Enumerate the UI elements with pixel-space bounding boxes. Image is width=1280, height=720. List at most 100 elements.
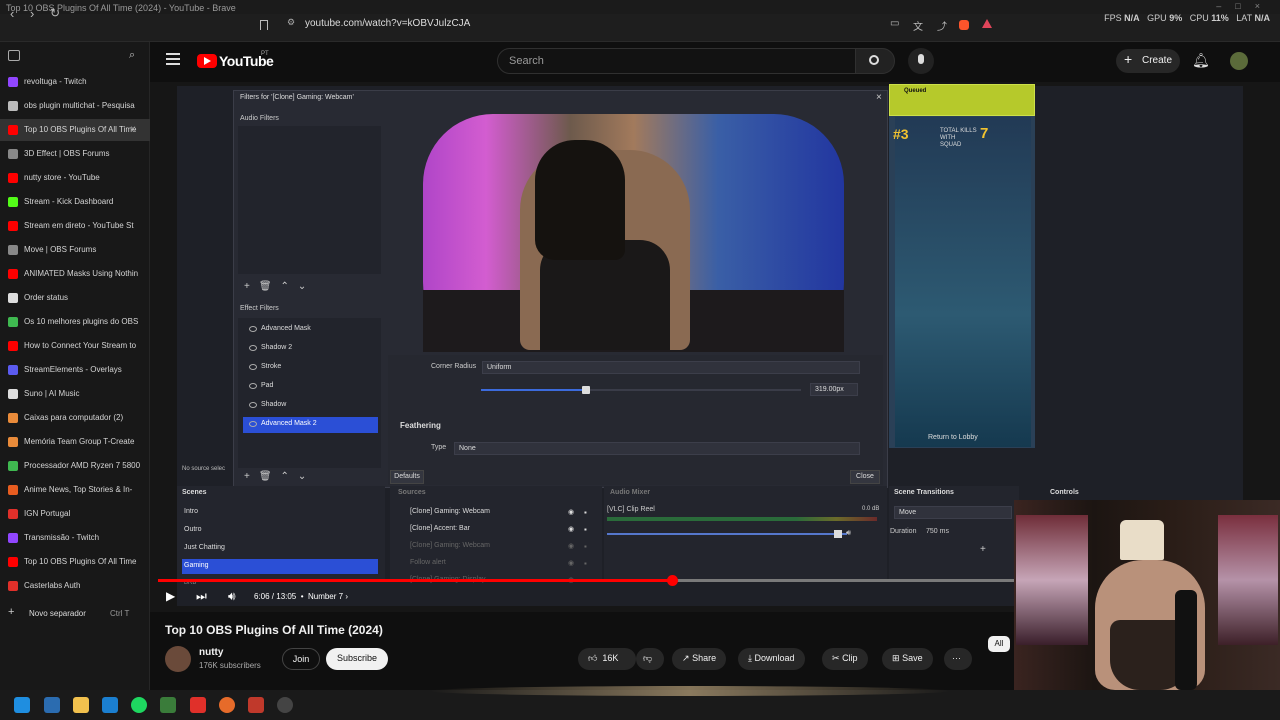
back-icon[interactable]: ‹ — [10, 6, 14, 21]
obs-icon[interactable] — [277, 697, 293, 713]
channel-avatar[interactable] — [165, 646, 191, 672]
menu-icon[interactable] — [166, 53, 180, 65]
new-tab-icon[interactable]: + — [8, 606, 14, 618]
visibility-eye-icon[interactable]: ◉ — [568, 542, 574, 550]
taskbar-app-icon[interactable] — [44, 697, 60, 713]
sidebar-toggle-icon[interactable] — [8, 50, 20, 61]
sidebar-tab[interactable]: nutty store - YouTube — [0, 167, 150, 189]
brave-shield-icon[interactable] — [959, 20, 969, 30]
lock-icon[interactable]: ▪ — [584, 542, 587, 551]
sidebar-tab[interactable]: Memória Team Group T-Create — [0, 431, 150, 453]
eye-icon[interactable] — [249, 421, 257, 427]
sidebar-tab[interactable]: Anime News, Top Stories & In- — [0, 479, 150, 501]
taskbar-b-icon[interactable] — [190, 697, 206, 713]
effect-filter-item[interactable]: Advanced Mask 2 — [243, 417, 378, 433]
close-icon[interactable]: × — [876, 92, 882, 103]
speaker-icon[interactable]: 🔊︎ — [846, 528, 851, 538]
sidebar-tab[interactable]: revoltuga - Twitch — [0, 71, 150, 93]
site-settings-icon[interactable]: ⚙ — [287, 17, 295, 28]
corner-radius-slider-thumb[interactable] — [582, 386, 590, 394]
cast-icon[interactable]: ▭ — [890, 18, 899, 29]
progress-scrubber[interactable] — [667, 575, 678, 586]
add-transition-icon[interactable]: + — [980, 544, 986, 555]
search-button[interactable] — [855, 48, 895, 74]
defaults-button[interactable]: Defaults — [390, 470, 424, 484]
store-icon[interactable] — [102, 697, 118, 713]
sidebar-tab[interactable]: Order status — [0, 287, 150, 309]
sidebar-tab[interactable]: obs plugin multichat - Pesquisa — [0, 95, 150, 117]
channel-name[interactable]: nutty — [199, 647, 223, 658]
effect-filter-item[interactable]: Advanced Mask — [243, 322, 378, 338]
visibility-eye-icon[interactable]: ◉ — [568, 525, 574, 533]
translate-icon[interactable]: 文 — [913, 18, 923, 33]
corner-radius-spinbox[interactable]: 319.00px — [810, 383, 858, 396]
dialog-close-button[interactable]: Close — [850, 470, 880, 484]
sidebar-tab[interactable]: ANIMATED Masks Using Nothin — [0, 263, 150, 285]
scene-item[interactable]: Outro — [182, 523, 378, 538]
clip-button[interactable]: ✂ Clip — [822, 648, 868, 670]
effect-filter-item[interactable]: Stroke — [243, 360, 378, 376]
scene-item[interactable]: Intro — [182, 505, 378, 520]
bookmark-icon[interactable] — [260, 20, 268, 30]
effect-filter-item[interactable]: Pad — [243, 379, 378, 395]
taskbar-media-icon[interactable] — [248, 697, 264, 713]
next-icon[interactable]: ⏭︎ — [196, 589, 207, 604]
eye-icon[interactable] — [249, 383, 257, 389]
lock-icon[interactable]: ▪ — [584, 559, 587, 568]
sidebar-tab[interactable]: Caixas para computador (2) — [0, 407, 150, 429]
reload-icon[interactable]: ↻ — [50, 6, 60, 20]
download-button[interactable]: ⤓ Download — [738, 648, 805, 670]
sidebar-tab[interactable]: How to Connect Your Stream to — [0, 335, 150, 357]
eye-icon[interactable] — [249, 402, 257, 408]
sidebar-tab[interactable]: Stream em direto - YouTube St — [0, 215, 150, 237]
address-bar[interactable]: youtube.com/watch?v=kOBVJulzCJA — [305, 18, 470, 29]
save-button[interactable]: ⊞ Save — [882, 648, 933, 670]
play-icon[interactable]: ▶ — [166, 589, 175, 603]
search-input[interactable] — [497, 48, 856, 74]
eye-icon[interactable] — [249, 364, 257, 370]
tab-search-icon[interactable]: ⌕ — [129, 49, 135, 62]
sidebar-tab[interactable]: Suno | AI Music — [0, 383, 150, 405]
sidebar-tab[interactable]: 3D Effect | OBS Forums — [0, 143, 150, 165]
source-item[interactable]: Follow alert ◉ ▪ — [398, 559, 587, 568]
firefox-icon[interactable] — [219, 697, 235, 713]
sidebar-tab[interactable]: Os 10 melhores plugins do OBS — [0, 311, 150, 333]
sidebar-tab[interactable]: Top 10 OBS Plugins Of All Time × — [0, 119, 150, 141]
source-item[interactable]: [Clone] Gaming: Webcam ◉ ▪ — [398, 508, 587, 517]
spotify-icon[interactable] — [131, 697, 147, 713]
source-item[interactable]: [Clone] Gaming: Webcam ◉ ▪ — [398, 542, 587, 551]
eye-icon[interactable] — [249, 326, 257, 332]
join-button[interactable]: Join — [282, 648, 320, 670]
window-controls[interactable]: –□× — [1216, 1, 1274, 11]
audio-filter-controls[interactable]: +🗑︎⌃⌄ — [244, 281, 315, 292]
audio-volume-slider[interactable] — [607, 533, 847, 535]
source-item[interactable]: [Clone] Accent: Bar ◉ ▪ — [398, 525, 587, 534]
volume-icon[interactable]: 🔊︎ — [228, 589, 236, 604]
share-page-icon[interactable]: ⤴ — [937, 18, 947, 33]
tab-close-icon[interactable]: × — [130, 119, 136, 141]
chapter-button[interactable]: Number 7 — [308, 592, 343, 601]
new-tab-button[interactable]: Novo separador — [29, 609, 86, 618]
notifications-bell-icon[interactable]: 🔔︎ — [1192, 52, 1210, 69]
lock-icon[interactable]: ▪ — [584, 508, 587, 517]
sidebar-tab[interactable]: Move | OBS Forums — [0, 239, 150, 261]
sidebar-tab[interactable]: StreamElements - Overlays — [0, 359, 150, 381]
chip-all[interactable]: All — [988, 636, 1010, 652]
scene-item[interactable]: Gaming — [182, 559, 378, 574]
dislike-button[interactable]: 👎︎ — [636, 648, 664, 670]
brave-rewards-icon[interactable] — [982, 19, 992, 28]
corner-radius-select[interactable]: Uniform — [482, 361, 860, 374]
subscribe-button[interactable]: Subscribe — [326, 648, 388, 670]
feathering-type-select[interactable]: None — [454, 442, 860, 455]
effect-filter-controls[interactable]: +🗑︎⌃⌄ — [244, 471, 315, 482]
sidebar-tab[interactable]: Casterlabs Auth — [0, 575, 150, 597]
file-explorer-icon[interactable] — [73, 697, 89, 713]
sidebar-tab[interactable]: IGN Portugal — [0, 503, 150, 525]
share-button[interactable]: ↗ Share — [672, 648, 727, 670]
more-actions-button[interactable]: ··· — [944, 648, 972, 670]
taskbar-game-icon[interactable] — [160, 697, 176, 713]
effect-filter-item[interactable]: Shadow — [243, 398, 378, 414]
effect-filter-item[interactable]: Shadow 2 — [243, 341, 378, 357]
windows-start-icon[interactable] — [14, 697, 30, 713]
visibility-eye-icon[interactable]: ◉ — [568, 508, 574, 516]
